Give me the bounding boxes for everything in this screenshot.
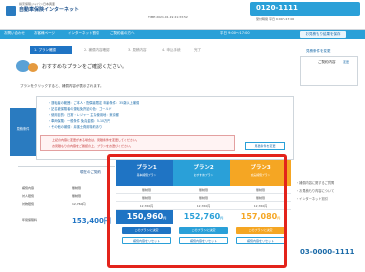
condition-line: ・運転者の範囲：ご本人・配偶者限定 年齢条件：35歳以上補償 xyxy=(48,101,140,105)
hotline-number: 03-0000-1111 xyxy=(300,248,355,256)
phone-hours: 受付時間 平日 9:00～17:00 xyxy=(256,17,295,21)
save-quote-button[interactable]: お見積もり結果を保存 xyxy=(300,31,346,38)
current-contract-header: 現在のご契約 xyxy=(80,170,101,174)
table-row-label: 対物賠償 xyxy=(22,202,35,206)
logo-icon xyxy=(6,6,16,16)
table-row-label: 年間保険料 xyxy=(22,218,38,222)
right-note[interactable]: ・お見積もり内容について xyxy=(296,188,334,193)
advisor-avatar-icon-2 xyxy=(28,63,38,72)
page-heading: おすすめなプランをご確認ください。 xyxy=(42,64,128,70)
site-name[interactable]: 自動車保険インターネット xyxy=(19,6,79,13)
right-panel-label: ご契約内容 xyxy=(318,60,336,64)
step-2: 2. 補償内容確認 xyxy=(84,48,110,52)
table-row-value: 無制限 xyxy=(72,194,82,198)
condition-line: ・車両保険：一般条件 免責金額：5-10万円 xyxy=(48,119,111,123)
current-contract-table xyxy=(18,166,115,246)
table-row-value: 無制限 xyxy=(72,186,82,190)
right-panel-title: 見積条件を変更 xyxy=(306,49,331,53)
nav-item-hours: 平日 9:00～17:00 xyxy=(220,31,250,35)
nav-item-discount[interactable]: インターネット割引 xyxy=(68,31,100,36)
table-row-label: 対人賠償 xyxy=(22,194,35,198)
conditions-side-label: 見積条件 xyxy=(10,108,36,156)
alert-line: 上記の内容に変更がある場合は、見積条件を変更してください。 xyxy=(52,138,139,142)
nav-item-contract[interactable]: ご契約者の方へ xyxy=(110,31,135,36)
change-conditions-button[interactable]: 見積条件を変更 xyxy=(245,142,285,150)
table-row-value: 12,760円 xyxy=(72,202,86,206)
step-3: 3. 見積内容 xyxy=(128,48,147,52)
header-info: TIME:2021.01.19 21:33:52 xyxy=(148,15,188,19)
right-note[interactable]: ・インターネット割引 xyxy=(296,196,328,201)
table-row-label: 補償内容 xyxy=(22,186,35,190)
right-note[interactable]: ・補償内容に関するご質問 xyxy=(296,180,334,185)
current-premium: 153,400円 xyxy=(72,217,111,225)
step-5: 完了 xyxy=(194,48,201,52)
highlight-frame xyxy=(107,154,287,268)
condition-line: ・使用目的：日常・レジャー 主な使用地：東京都 xyxy=(48,113,119,117)
phone-number: 0120-1111 xyxy=(256,4,298,12)
step-1: 1. プラン確認 xyxy=(30,46,72,54)
condition-line: ・その他の補償：弁護士費用特約あり xyxy=(48,125,103,129)
check-instruction: プランをクリックすると、補償内容が表示されます。 xyxy=(20,84,104,88)
right-panel-change[interactable]: 変更 xyxy=(343,60,349,64)
condition-line: ・記名被保険者の運転免許証の色：ゴールド xyxy=(48,107,112,111)
nav-item-inquiry[interactable]: お問い合わせ xyxy=(4,31,25,36)
nav-item-customer[interactable]: お客様ページ xyxy=(34,31,55,36)
step-4: 4. 申込手続 xyxy=(162,48,181,52)
alert-line: お見積もりの内容をご確認の上、プランをお選びください。 xyxy=(52,144,134,148)
